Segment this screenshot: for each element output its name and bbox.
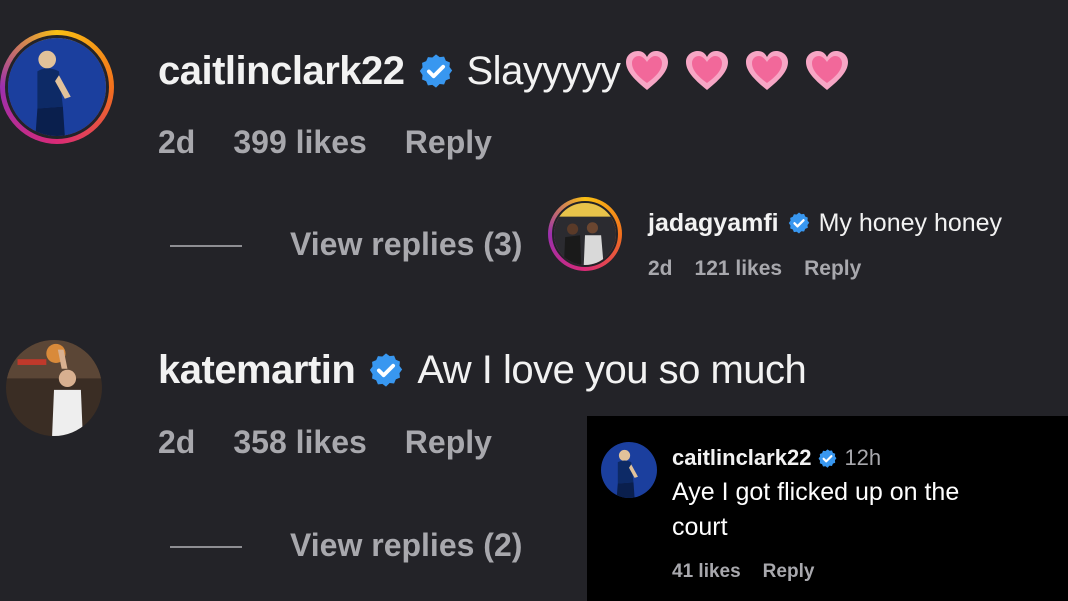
- comment-likes[interactable]: 358 likes: [233, 424, 366, 461]
- avatar-photo: [601, 442, 657, 498]
- reply-text: My honey honey: [818, 208, 1003, 237]
- view-replies-button[interactable]: View replies (2): [290, 527, 522, 564]
- hearts: [624, 50, 850, 92]
- comment-time: 2d: [158, 424, 196, 460]
- reply-button[interactable]: Reply: [405, 124, 492, 161]
- reply-button[interactable]: Reply: [804, 257, 861, 281]
- avatar-photo: [6, 340, 102, 436]
- overlay-time: 12h: [844, 445, 882, 470]
- avatar-katemartin[interactable]: [6, 340, 102, 436]
- comment-text: Slayyyyy: [466, 48, 621, 93]
- view-replies-button[interactable]: View replies (3): [290, 226, 522, 263]
- reply-username[interactable]: jadagyamfi: [648, 209, 779, 238]
- verified-badge-icon: [370, 353, 403, 387]
- overlay-reply-card: caitlinclark22 12h Aye I got flicked up …: [587, 416, 1068, 601]
- avatar-photo: [554, 203, 616, 265]
- reply-button[interactable]: Reply: [763, 561, 815, 583]
- overlay-text-line-2: court: [672, 513, 728, 541]
- pink-heart-icon: [626, 51, 669, 90]
- avatar-caitlinclark22[interactable]: [601, 442, 657, 498]
- verified-badge-icon: [419, 54, 452, 88]
- verified-badge-icon: [788, 212, 809, 234]
- pink-heart-icon: [746, 51, 789, 90]
- reply-time: 2d: [648, 257, 673, 280]
- avatar-jadagyamfi[interactable]: [548, 197, 622, 271]
- comment-text: Aw I love you so much: [417, 347, 807, 392]
- avatar-caitlinclark22[interactable]: [0, 30, 114, 144]
- overlay-username[interactable]: caitlinclark22: [672, 445, 811, 471]
- overlay-text-line-1: Aye I got flicked up on the: [672, 478, 960, 506]
- pink-heart-icon: [806, 51, 849, 90]
- comment-username[interactable]: katemartin: [158, 348, 356, 393]
- verified-badge-icon: [819, 448, 837, 468]
- comment-time: 2d: [158, 124, 196, 160]
- comment-username[interactable]: caitlinclark22: [158, 49, 405, 94]
- comment-likes[interactable]: 399 likes: [233, 124, 366, 161]
- replies-divider-line: [170, 546, 242, 548]
- reply-button[interactable]: Reply: [405, 424, 492, 461]
- reply-likes[interactable]: 121 likes: [695, 257, 783, 281]
- avatar-photo: [8, 38, 106, 136]
- replies-divider-line: [170, 245, 242, 247]
- pink-heart-icon: [686, 51, 729, 90]
- overlay-likes[interactable]: 41 likes: [672, 561, 741, 583]
